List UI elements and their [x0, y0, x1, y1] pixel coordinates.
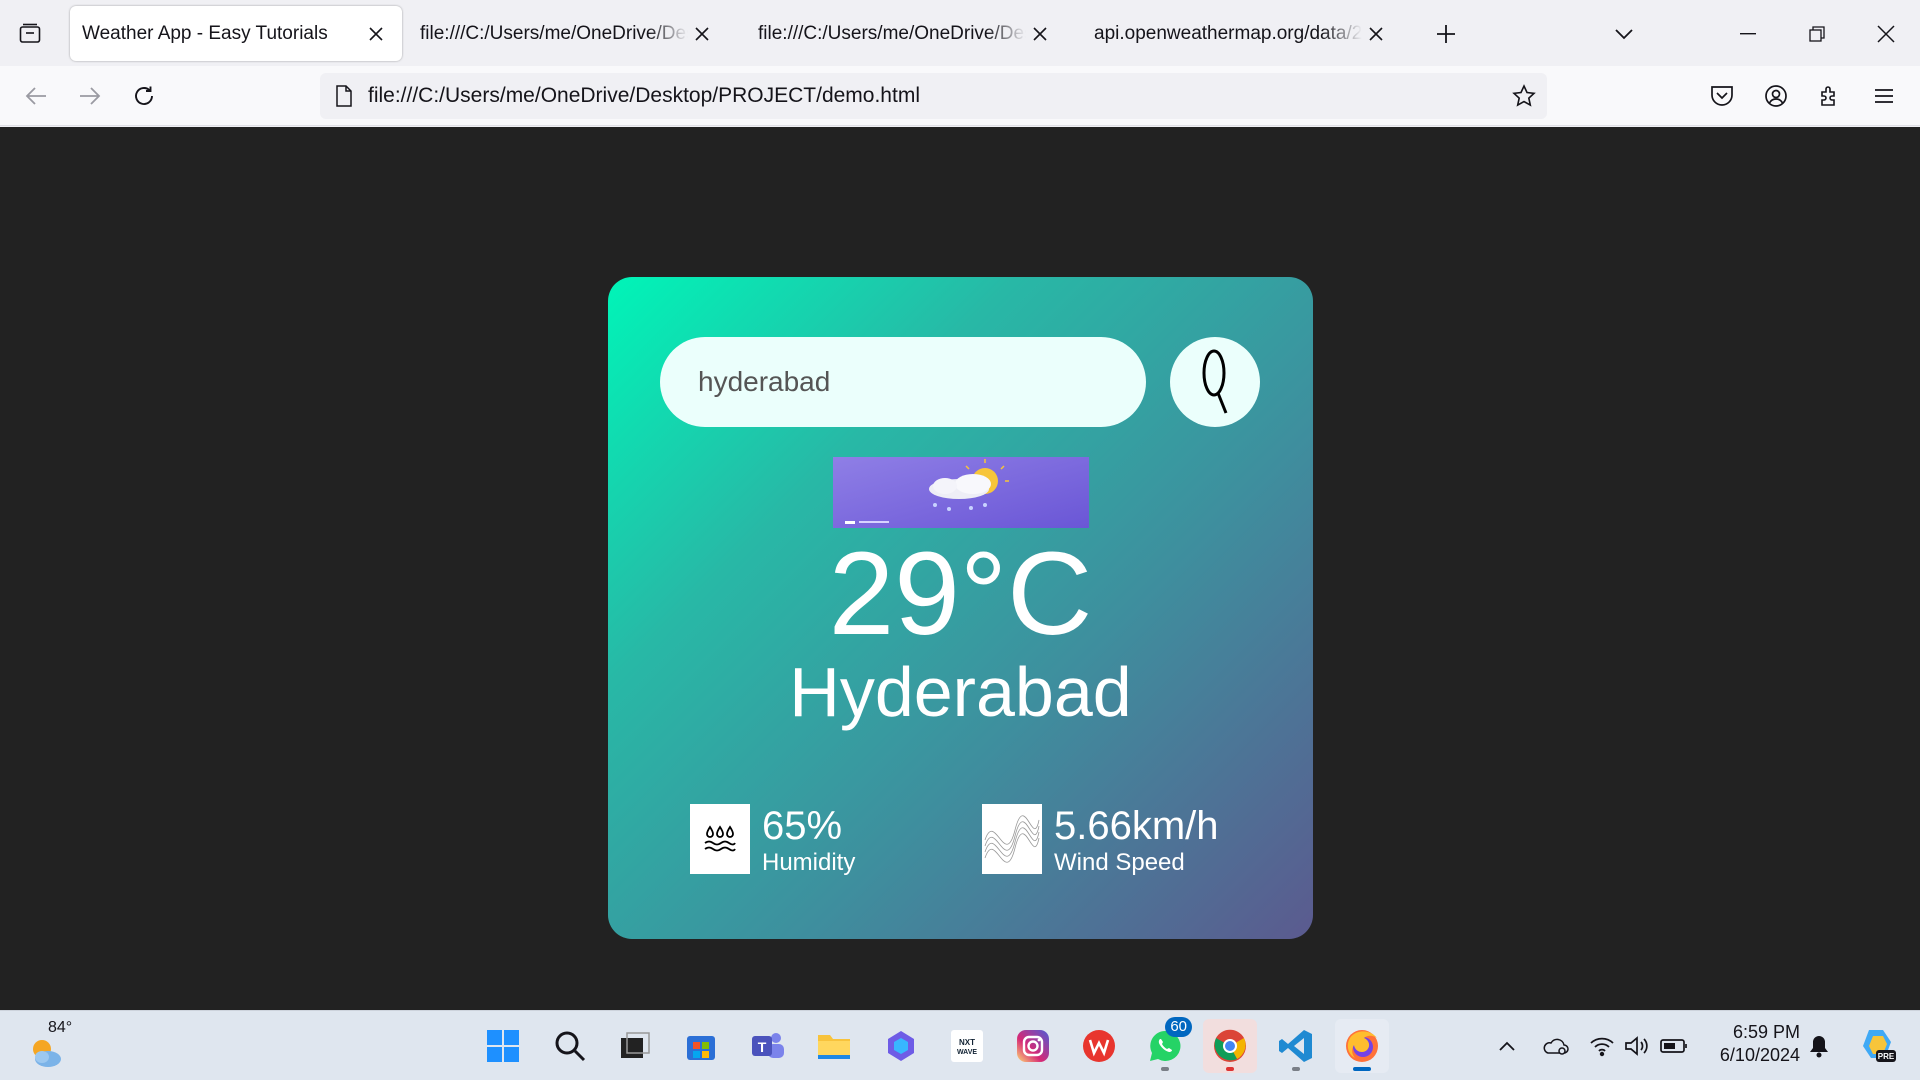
humidity-text: 65% Humidity — [762, 804, 855, 878]
wps-office-icon[interactable] — [1072, 1019, 1126, 1073]
notification-bell-icon[interactable] — [1804, 1031, 1834, 1061]
tab-strip: Weather App - Easy Tutorials file:///C:/… — [0, 0, 1920, 66]
close-icon[interactable] — [688, 20, 716, 48]
search-row — [660, 337, 1260, 427]
store-icon[interactable] — [674, 1019, 728, 1073]
back-arrow-icon[interactable] — [18, 78, 54, 114]
page-icon — [320, 73, 368, 119]
file-explorer-icon[interactable] — [807, 1019, 861, 1073]
weather-card: 29°C Hyderabad 65% Humidity 5.66km/h — [608, 277, 1313, 939]
running-indicator — [1226, 1067, 1234, 1071]
new-tab-icon[interactable] — [1430, 18, 1462, 50]
minimize-icon[interactable] — [1728, 14, 1768, 54]
search-icon[interactable] — [543, 1019, 597, 1073]
weather-condition-image — [833, 457, 1089, 528]
navigation-toolbar: file:///C:/Users/me/OneDrive/Desktop/PRO… — [0, 66, 1920, 126]
chrome-icon[interactable] — [1203, 1019, 1257, 1073]
humidity-icon — [690, 804, 750, 874]
city-name: Hyderabad — [789, 653, 1132, 731]
battery-icon[interactable] — [1659, 1031, 1689, 1061]
svg-text:PRE: PRE — [1878, 1052, 1895, 1061]
wind-icon — [982, 804, 1042, 874]
copilot-icon[interactable] — [874, 1019, 928, 1073]
humidity-value: 65% — [762, 804, 843, 848]
svg-text:T: T — [758, 1039, 767, 1055]
nxtwave-icon[interactable]: NXT WAVE — [940, 1019, 994, 1073]
close-icon[interactable] — [1362, 20, 1390, 48]
chevron-up-icon[interactable] — [1492, 1031, 1522, 1061]
running-indicator — [1292, 1067, 1300, 1071]
humidity-stat: 65% Humidity — [690, 804, 855, 884]
active-indicator — [1353, 1067, 1371, 1071]
tab-openweathermap-api[interactable]: api.openweathermap.org/data/2.5/weather — [1082, 6, 1402, 61]
tab-title: file:///C:/Users/me/OneDrive/Desktop/PRO… — [758, 22, 1026, 44]
copilot-pre-icon[interactable]: PRE — [1858, 1025, 1898, 1065]
tab-demo-html-2[interactable]: file:///C:/Users/me/OneDrive/Desktop/PRO… — [746, 6, 1066, 61]
system-clock[interactable]: 6:59 PM 6/10/2024 — [1700, 1021, 1800, 1067]
tab-weather-app[interactable]: Weather App - Easy Tutorials — [70, 6, 402, 61]
restore-icon[interactable] — [1797, 14, 1837, 54]
url-text[interactable]: file:///C:/Users/me/OneDrive/Desktop/PRO… — [368, 84, 1501, 108]
pocket-icon[interactable] — [1704, 78, 1740, 114]
search-icon — [1200, 345, 1230, 420]
volume-icon[interactable] — [1622, 1031, 1652, 1061]
temperature-value: 29°C — [828, 528, 1093, 660]
running-indicator — [1161, 1067, 1169, 1071]
list-all-tabs-icon[interactable] — [14, 18, 46, 50]
wind-speed-stat: 5.66km/h Wind Speed — [982, 804, 1219, 884]
teams-icon[interactable]: T — [741, 1019, 795, 1073]
vscode-icon[interactable] — [1269, 1019, 1323, 1073]
weather-widget[interactable]: 84° — [28, 1019, 78, 1073]
close-window-icon[interactable] — [1866, 14, 1906, 54]
city-search-input[interactable] — [660, 337, 1146, 427]
reload-icon[interactable] — [126, 78, 162, 114]
clock-time: 6:59 PM — [1732, 1022, 1800, 1042]
onedrive-icon[interactable] — [1540, 1031, 1570, 1061]
whatsapp-notification-badge: 60 — [1165, 1017, 1192, 1037]
whatsapp-icon[interactable]: 60 — [1138, 1017, 1192, 1073]
humidity-label: Humidity — [762, 849, 856, 876]
task-view-icon[interactable] — [608, 1019, 662, 1073]
hamburger-menu-icon[interactable] — [1866, 78, 1902, 114]
weather-cloud-sun-icon — [33, 1040, 61, 1067]
wifi-icon[interactable] — [1587, 1031, 1617, 1061]
bookmark-star-icon[interactable] — [1501, 73, 1547, 119]
chevron-down-icon[interactable] — [1608, 18, 1640, 50]
tab-demo-html-1[interactable]: file:///C:/Users/me/OneDrive/Desktop/PRO… — [408, 6, 728, 61]
close-icon[interactable] — [362, 20, 390, 48]
close-icon[interactable] — [1026, 20, 1054, 48]
svg-text:NXT: NXT — [959, 1038, 975, 1047]
weather-temperature: 84° — [48, 1019, 73, 1036]
clock-date: 6/10/2024 — [1719, 1045, 1800, 1065]
taskbar: 84° T NXT WAVE 60 6:59 PM 6/10/2024 PRE — [0, 1010, 1920, 1080]
address-bar[interactable]: file:///C:/Users/me/OneDrive/Desktop/PRO… — [320, 73, 1547, 119]
page-viewport: 29°C Hyderabad 65% Humidity 5.66km/h — [0, 127, 1920, 1010]
wind-speed-label: Wind Speed — [1054, 849, 1185, 876]
instagram-icon[interactable] — [1006, 1019, 1060, 1073]
forward-arrow-icon[interactable] — [72, 78, 108, 114]
wind-speed-value: 5.66km/h — [1054, 804, 1219, 848]
tab-title: Weather App - Easy Tutorials — [82, 22, 328, 44]
firefox-icon[interactable] — [1335, 1019, 1389, 1073]
svg-text:WAVE: WAVE — [957, 1049, 977, 1056]
start-icon[interactable] — [476, 1019, 530, 1073]
search-button[interactable] — [1170, 337, 1260, 427]
extensions-icon[interactable] — [1812, 78, 1848, 114]
tab-title: file:///C:/Users/me/OneDrive/Desktop/PRO… — [420, 22, 688, 44]
wind-text: 5.66km/h Wind Speed — [1054, 804, 1219, 878]
account-icon[interactable] — [1758, 78, 1794, 114]
tab-title: api.openweathermap.org/data/2.5/weather — [1094, 22, 1362, 44]
